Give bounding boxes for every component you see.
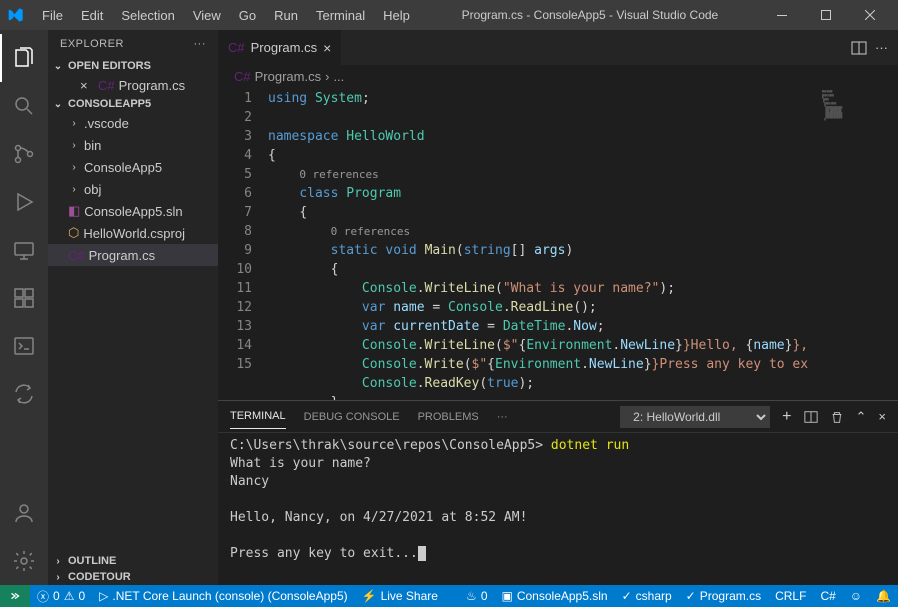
problems-tab[interactable]: PROBLEMS: [418, 405, 479, 429]
sln-file-icon: ◧: [68, 203, 80, 219]
sync-icon[interactable]: [0, 370, 48, 418]
csharp-file-icon: C#: [234, 69, 251, 84]
open-editor-item[interactable]: × C# Program.cs: [48, 74, 218, 96]
status-problems[interactable]: ⓧ0⚠0: [30, 585, 92, 607]
file-csproj[interactable]: ⬡HelloWorld.csproj: [48, 222, 218, 244]
minimize-button[interactable]: [762, 0, 802, 30]
maximize-button[interactable]: [806, 0, 846, 30]
terminal-panel-icon[interactable]: [0, 322, 48, 370]
menu-go[interactable]: Go: [231, 4, 264, 27]
status-bell-icon[interactable]: 🔔: [869, 585, 898, 607]
close-button[interactable]: [850, 0, 890, 30]
maximize-panel-icon[interactable]: ⌃: [856, 409, 867, 425]
menu-help[interactable]: Help: [375, 4, 418, 27]
minimap[interactable]: ███ ████ ████ ████ █ ████ █ ████ ████ █ …: [818, 87, 898, 400]
menu-edit[interactable]: Edit: [73, 4, 111, 27]
explorer-icon[interactable]: [0, 34, 48, 82]
status-liveshare[interactable]: ⚡Live Share: [355, 585, 445, 607]
terminal-selector[interactable]: 2: HelloWorld.dll: [620, 406, 770, 428]
window-title: Program.cs - ConsoleApp5 - Visual Studio…: [418, 8, 762, 22]
folder-consoleapp5[interactable]: ›ConsoleApp5: [48, 156, 218, 178]
close-editor-icon[interactable]: ×: [80, 78, 94, 93]
activity-bar: [0, 30, 48, 585]
menu-file[interactable]: File: [34, 4, 71, 27]
explorer-sidebar: EXPLORER ··· ⌄OPEN EDITORS × C# Program.…: [48, 30, 218, 585]
outline-section[interactable]: ›OUTLINE: [48, 553, 218, 569]
folder-bin[interactable]: ›bin: [48, 134, 218, 156]
status-language[interactable]: C#: [813, 585, 842, 607]
remote-explorer-icon[interactable]: [0, 226, 48, 274]
status-program[interactable]: ✓Program.cs: [679, 585, 768, 607]
settings-icon[interactable]: [0, 537, 48, 585]
status-csharp[interactable]: ✓csharp: [615, 585, 679, 607]
menu-bar: File Edit Selection View Go Run Terminal…: [34, 4, 418, 27]
file-program-cs[interactable]: C#Program.cs: [48, 244, 218, 266]
source-control-icon[interactable]: [0, 130, 48, 178]
code-content[interactable]: using System; namespace HelloWorld { 0 r…: [268, 87, 818, 400]
csharp-file-icon: C#: [68, 248, 85, 263]
editor-tabs: C# Program.cs × ···: [218, 30, 898, 65]
code-editor[interactable]: 123456789101112131415 using System; name…: [218, 87, 898, 400]
extensions-icon[interactable]: [0, 274, 48, 322]
editor-tab-program[interactable]: C# Program.cs ×: [218, 30, 342, 65]
project-section[interactable]: ⌄CONSOLEAPP5: [48, 96, 218, 112]
bottom-panel: TERMINAL DEBUG CONSOLE PROBLEMS ··· 2: H…: [218, 400, 898, 585]
new-terminal-icon[interactable]: +: [782, 408, 791, 426]
status-sln[interactable]: ▣ConsoleApp5.sln: [495, 585, 615, 607]
panel-tabs: TERMINAL DEBUG CONSOLE PROBLEMS ··· 2: H…: [218, 401, 898, 433]
line-gutter: 123456789101112131415: [218, 87, 268, 400]
csharp-file-icon: C#: [228, 40, 245, 55]
editor-area: C# Program.cs × ··· C# Program.cs›... 12…: [218, 30, 898, 585]
open-editors-section[interactable]: ⌄OPEN EDITORS: [48, 58, 218, 74]
title-bar: File Edit Selection View Go Run Terminal…: [0, 0, 898, 30]
remote-indicator[interactable]: [0, 585, 30, 607]
status-feedback-icon[interactable]: ☺: [843, 585, 869, 607]
close-panel-icon[interactable]: ×: [878, 409, 886, 424]
status-eol[interactable]: CRLF: [768, 585, 813, 607]
terminal-tab[interactable]: TERMINAL: [230, 404, 286, 429]
menu-terminal[interactable]: Terminal: [308, 4, 373, 27]
split-terminal-icon[interactable]: [804, 410, 818, 424]
file-sln[interactable]: ◧ConsoleApp5.sln: [48, 200, 218, 222]
run-debug-icon[interactable]: [0, 178, 48, 226]
csproj-file-icon: ⬡: [68, 225, 79, 241]
terminal-cursor: [418, 546, 426, 561]
window-controls: [762, 0, 890, 30]
csharp-file-icon: C#: [98, 78, 115, 93]
split-editor-icon[interactable]: [851, 40, 867, 56]
account-icon[interactable]: [0, 489, 48, 537]
menu-run[interactable]: Run: [266, 4, 306, 27]
folder-vscode[interactable]: ›.vscode: [48, 112, 218, 134]
search-icon[interactable]: [0, 82, 48, 130]
panel-more-icon[interactable]: ···: [497, 405, 508, 429]
terminal-output[interactable]: C:\Users\thrak\source\repos\ConsoleApp5>…: [218, 433, 898, 585]
debug-console-tab[interactable]: DEBUG CONSOLE: [304, 405, 400, 429]
kill-terminal-icon[interactable]: [830, 410, 844, 424]
more-actions-icon[interactable]: ···: [875, 40, 888, 55]
folder-obj[interactable]: ›obj: [48, 178, 218, 200]
menu-selection[interactable]: Selection: [113, 4, 182, 27]
status-bar: ⓧ0⚠0 ▷.NET Core Launch (console) (Consol…: [0, 585, 898, 607]
vscode-logo-icon: [8, 7, 24, 23]
breadcrumb[interactable]: C# Program.cs›...: [218, 65, 898, 87]
status-debug-config[interactable]: ▷.NET Core Launch (console) (ConsoleApp5…: [92, 585, 354, 607]
close-tab-icon[interactable]: ×: [323, 40, 331, 56]
menu-view[interactable]: View: [185, 4, 229, 27]
more-icon[interactable]: ···: [194, 38, 207, 50]
status-flame[interactable]: ♨0: [459, 585, 494, 607]
codetour-section[interactable]: ›CODETOUR: [48, 569, 218, 585]
explorer-header: EXPLORER ···: [48, 30, 218, 58]
